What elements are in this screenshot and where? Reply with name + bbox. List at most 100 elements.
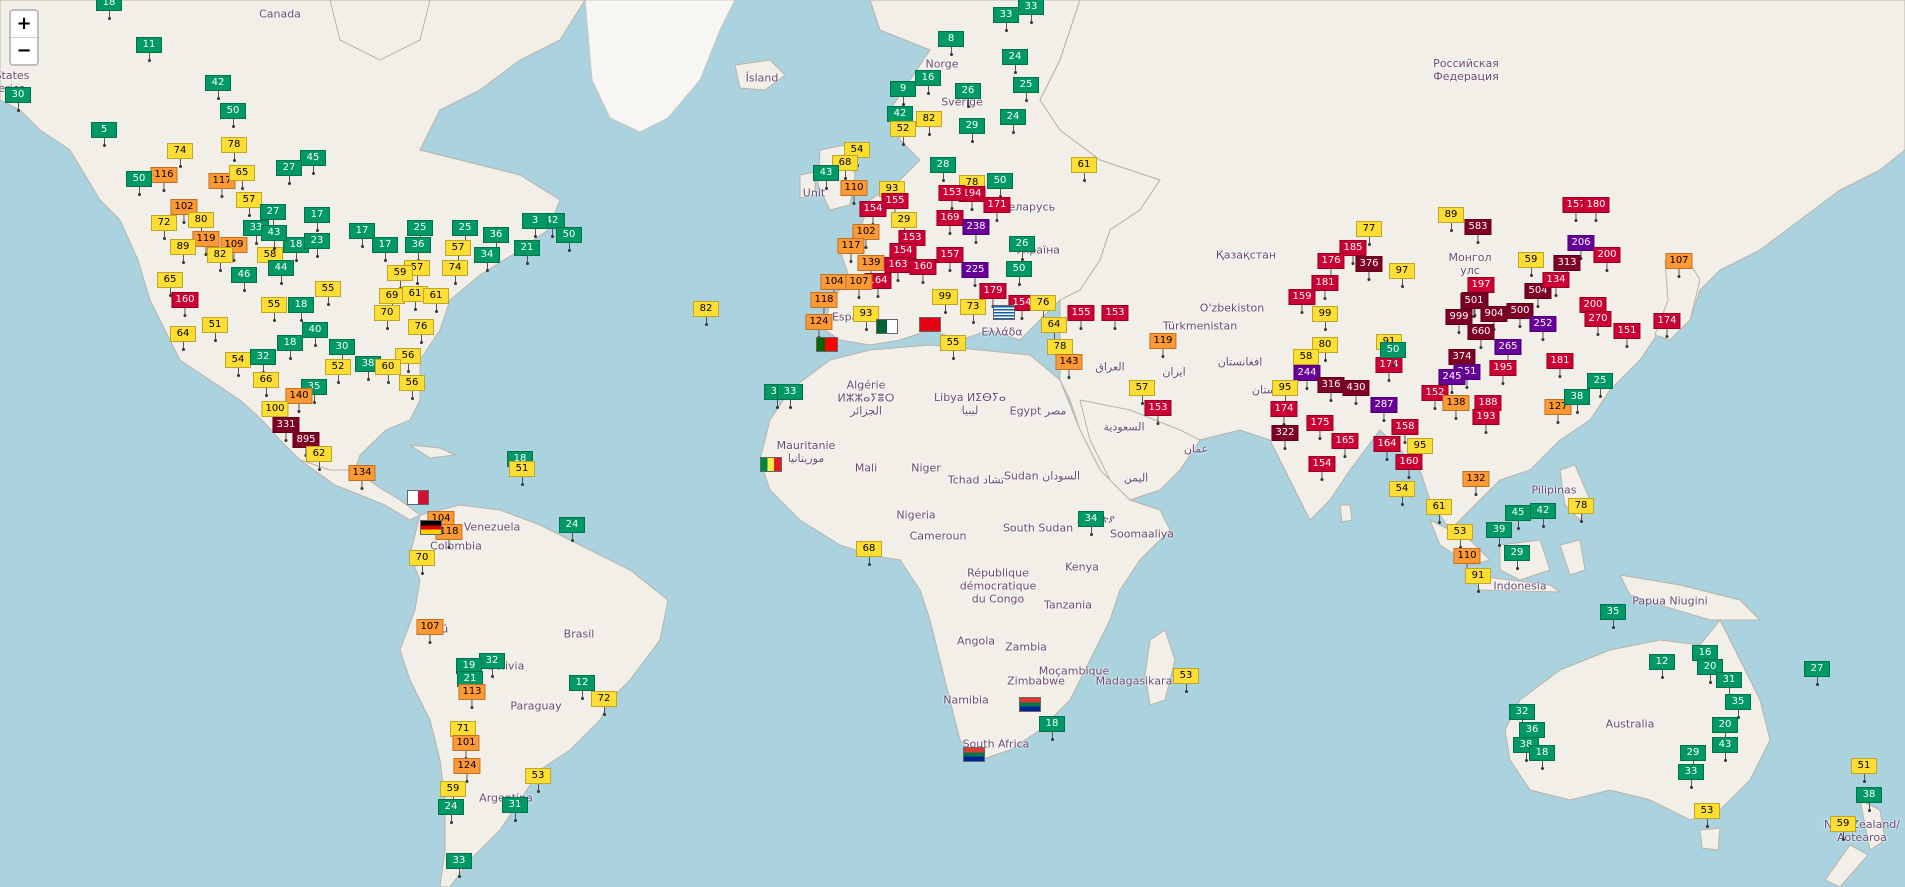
aqi-marker[interactable]: 107	[845, 274, 873, 299]
aqi-marker[interactable]: 430	[1342, 380, 1370, 405]
aqi-marker[interactable]: 151	[1613, 323, 1641, 348]
aqi-marker[interactable]: 62	[306, 446, 332, 471]
aqi-marker[interactable]: 65	[229, 165, 255, 190]
aqi-marker[interactable]: 160	[1395, 454, 1423, 479]
aqi-marker[interactable]: 70	[409, 550, 435, 575]
south-africa-flag-1[interactable]	[1019, 697, 1041, 712]
aqi-marker[interactable]: 32	[250, 349, 276, 374]
aqi-marker[interactable]: 26	[955, 83, 981, 108]
aqi-marker[interactable]: 39	[1486, 522, 1512, 547]
aqi-marker[interactable]: 24	[438, 799, 464, 824]
aqi-marker[interactable]: 78	[221, 137, 247, 162]
aqi-marker[interactable]: 42	[205, 75, 231, 100]
aqi-marker[interactable]: 18	[1039, 716, 1065, 741]
aqi-marker[interactable]: 91	[1465, 568, 1491, 593]
aqi-marker[interactable]: 18	[277, 335, 303, 360]
aqi-marker[interactable]: 89	[170, 239, 196, 264]
aqi-marker[interactable]: 56	[399, 375, 425, 400]
aqi-marker[interactable]: 43	[1712, 737, 1738, 762]
aqi-marker[interactable]: 124	[453, 758, 481, 783]
aqi-marker[interactable]: 17	[372, 237, 398, 262]
aqi-marker[interactable]: 51	[1851, 758, 1877, 783]
aqi-marker[interactable]: 53	[1694, 803, 1720, 828]
aqi-marker[interactable]: 27	[1804, 661, 1830, 686]
aqi-marker[interactable]: 60	[375, 359, 401, 384]
aqi-marker[interactable]: 24	[1000, 109, 1026, 134]
aqi-marker[interactable]: 8	[938, 31, 964, 56]
aqi-marker[interactable]: 101	[452, 735, 480, 760]
aqi-marker[interactable]: 270	[1584, 311, 1612, 336]
aqi-marker[interactable]: 53	[1447, 524, 1473, 549]
aqi-marker[interactable]: 72	[591, 691, 617, 716]
aqi-marker[interactable]: 33	[446, 853, 472, 878]
aqi-marker[interactable]: 160	[171, 292, 199, 317]
aqi-marker[interactable]: 174	[1653, 313, 1681, 338]
aqi-marker[interactable]: 316	[1317, 377, 1345, 402]
aqi-marker[interactable]: 44	[268, 260, 294, 285]
aqi-marker[interactable]: 25	[1587, 373, 1613, 398]
aqi-marker[interactable]: 50	[1380, 342, 1406, 367]
aqi-marker[interactable]: 174	[1270, 401, 1298, 426]
aqi-marker[interactable]: 157	[936, 247, 964, 272]
aqi-marker[interactable]: 33	[1678, 764, 1704, 789]
aqi-marker[interactable]: 18	[288, 297, 314, 322]
aqi-marker[interactable]: 193	[1472, 409, 1500, 434]
aqi-marker[interactable]: 30	[5, 87, 31, 112]
algeria-flag[interactable]	[876, 319, 898, 334]
aqi-marker[interactable]: 31	[502, 797, 528, 822]
aqi-marker[interactable]: 42	[1530, 503, 1556, 528]
aqi-marker[interactable]: 38	[1856, 787, 1882, 812]
south-africa-flag-2[interactable]	[963, 747, 985, 762]
aqi-marker[interactable]: 50	[220, 103, 246, 128]
aqi-marker[interactable]: 160	[909, 259, 937, 284]
aqi-marker[interactable]: 55	[315, 281, 341, 306]
aqi-marker[interactable]: 33	[993, 7, 1019, 32]
aqi-marker[interactable]: 5	[91, 122, 117, 147]
aqi-marker[interactable]: 34	[474, 247, 500, 272]
aqi-marker[interactable]: 376	[1355, 256, 1383, 281]
aqi-marker[interactable]: 169	[936, 210, 964, 235]
aqi-marker[interactable]: 52	[325, 359, 351, 384]
aqi-marker[interactable]: 35	[1725, 694, 1751, 719]
aqi-marker[interactable]: 153	[1144, 400, 1172, 425]
aqi-marker[interactable]: 46	[231, 267, 257, 292]
aqi-marker[interactable]: 51	[509, 461, 535, 486]
aqi-marker[interactable]: 51	[202, 317, 228, 342]
zoom-in-button[interactable]: +	[11, 11, 37, 37]
aqi-marker[interactable]: 78	[1568, 498, 1594, 523]
aqi-marker[interactable]: 54	[225, 352, 251, 377]
aqi-marker[interactable]: 61	[1426, 499, 1452, 524]
aqi-marker[interactable]: 68	[856, 541, 882, 566]
aqi-marker[interactable]: 23	[304, 233, 330, 258]
aqi-marker[interactable]: 82	[693, 301, 719, 326]
aqi-marker[interactable]: 29	[1504, 545, 1530, 570]
aqi-marker[interactable]: 113	[458, 684, 486, 709]
aqi-marker[interactable]: 134	[348, 465, 376, 490]
aqi-marker[interactable]: 25	[1013, 77, 1039, 102]
world-map[interactable]: CanadaStatesericaÍslandNorgeSverigeUnitБ…	[0, 0, 1905, 887]
aqi-marker[interactable]: 74	[442, 260, 468, 285]
aqi-marker[interactable]: 3	[522, 213, 548, 238]
aqi-marker[interactable]: 61	[423, 288, 449, 313]
aqi-marker[interactable]: 55	[940, 335, 966, 360]
aqi-marker[interactable]: 50	[987, 173, 1013, 198]
aqi-marker[interactable]: 55	[261, 297, 287, 322]
aqi-marker[interactable]: 82	[916, 111, 942, 136]
aqi-marker[interactable]: 40	[302, 322, 328, 347]
aqi-marker[interactable]: 99	[932, 289, 958, 314]
aqi-marker[interactable]: 76	[408, 319, 434, 344]
zoom-out-button[interactable]: −	[11, 37, 37, 64]
aqi-marker[interactable]: 119	[1149, 333, 1177, 358]
aqi-marker[interactable]: 660	[1467, 324, 1495, 349]
aqi-marker[interactable]: 59	[1830, 816, 1856, 841]
panama-flag[interactable]	[407, 490, 429, 505]
aqi-marker[interactable]: 43	[813, 165, 839, 190]
aqi-marker[interactable]: 66	[253, 372, 279, 397]
aqi-marker[interactable]: 12	[1649, 654, 1675, 679]
aqi-marker[interactable]: 27	[276, 160, 302, 185]
aqi-marker[interactable]: 99	[1312, 306, 1338, 331]
aqi-marker[interactable]: 11	[136, 37, 162, 62]
aqi-marker[interactable]: 73	[960, 299, 986, 324]
aqi-marker[interactable]: 43	[261, 225, 287, 250]
aqi-marker[interactable]: 53	[1173, 668, 1199, 693]
